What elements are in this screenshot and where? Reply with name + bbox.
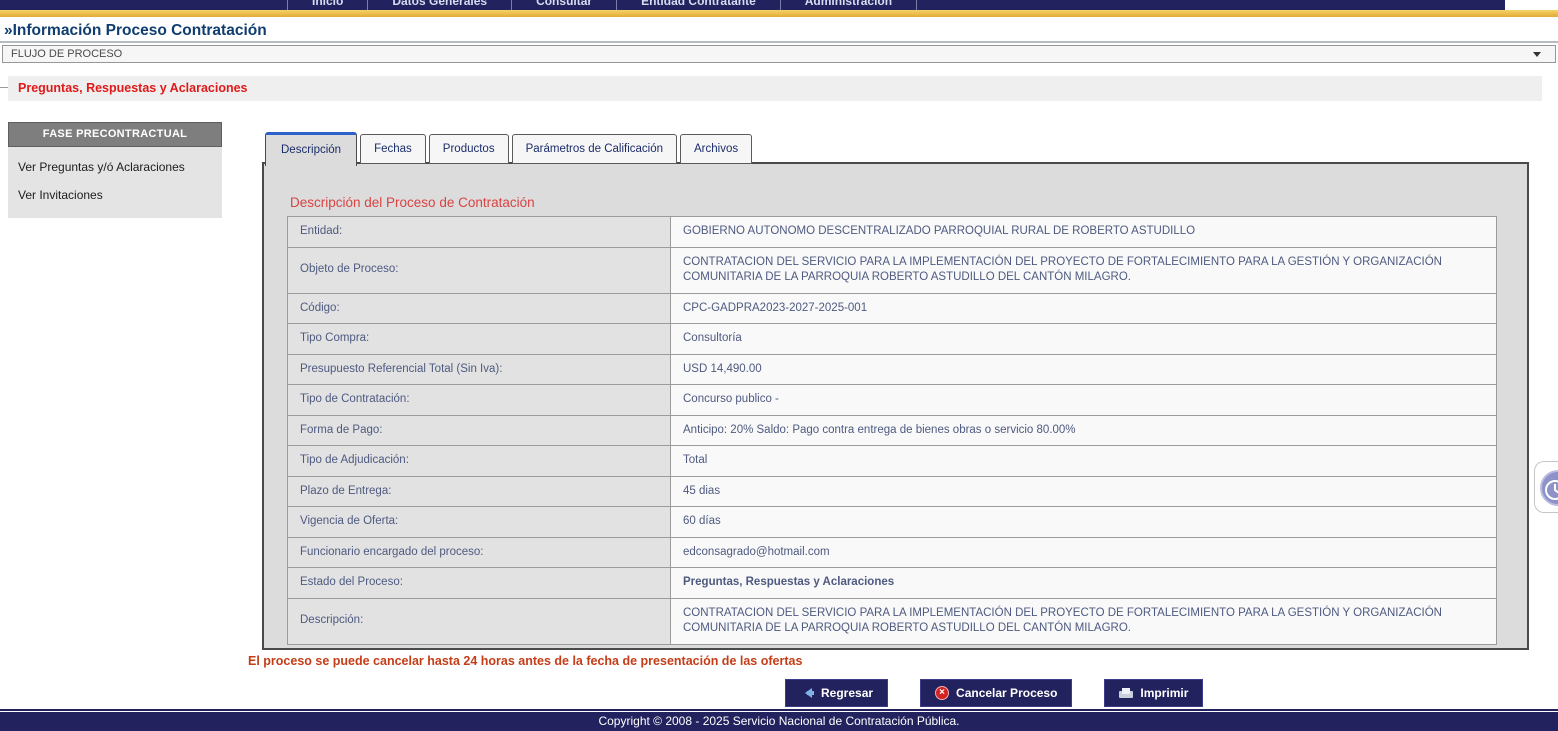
title-divider (0, 41, 1558, 43)
tab-productos[interactable]: Productos (429, 134, 509, 164)
detail-value: CPC-GADPRA2023-2027-2025-001 (671, 293, 1497, 324)
detail-value: 60 días (671, 507, 1497, 538)
detail-label: Presupuesto Referencial Total (Sin Iva): (288, 354, 671, 385)
left-edge-tick (0, 87, 8, 88)
gold-divider-band (0, 10, 1558, 17)
button-label: Regresar (821, 686, 873, 700)
detail-label: Tipo Compra: (288, 324, 671, 355)
detail-row-vigencia-de-oferta: Vigencia de Oferta:60 días (288, 507, 1497, 538)
cancelar-proceso-button[interactable]: × Cancelar Proceso (920, 679, 1072, 707)
imprimir-button[interactable]: Imprimir (1104, 679, 1203, 707)
detail-label: Funcionario encargado del proceso: (288, 537, 671, 568)
detail-row-plazo-de-entrega: Plazo de Entrega:45 dias (288, 476, 1497, 507)
detail-label: Objeto de Proceso: (288, 247, 671, 293)
detail-label: Código: (288, 293, 671, 324)
detail-row-objeto-de-proceso: Objeto de Proceso:CONTRATACION DEL SERVI… (288, 247, 1497, 293)
dropdown-arrow-icon (1533, 52, 1541, 57)
tab-parametros-de-calificacion[interactable]: Parámetros de Calificación (512, 134, 677, 164)
detail-value: USD 14,490.00 (671, 354, 1497, 385)
detail-row-tipo-de-adjudicacion: Tipo de Adjudicación:Total (288, 446, 1497, 477)
nav-item-inicio[interactable]: Inicio (287, 0, 367, 10)
nav-item-entidad-contratante[interactable]: Entidad Contratante (616, 0, 780, 10)
sidebar: FASE PRECONTRACTUAL Ver Preguntas y/ó Ac… (8, 122, 222, 218)
tab-archivos[interactable]: Archivos (680, 134, 752, 164)
description-panel: Descripción del Proceso de Contratación … (262, 162, 1529, 650)
footer-copyright: Copyright © 2008 - 2025 Servicio Naciona… (0, 712, 1558, 731)
floating-process-widget[interactable] (1534, 461, 1558, 513)
detail-value: Consultoría (671, 324, 1497, 355)
clock-icon (1539, 469, 1558, 507)
sidebar-item-ver-invitaciones[interactable]: Ver Invitaciones (8, 180, 222, 208)
detail-label: Estado del Proceso: (288, 568, 671, 599)
process-status-banner: Preguntas, Respuestas y Aclaraciones (8, 76, 1542, 101)
tab-descripcion[interactable]: Descripción (265, 132, 357, 166)
cancel-icon: × (935, 686, 949, 700)
action-button-row: Regresar × Cancelar Proceso Imprimir (785, 679, 1203, 707)
detail-value: Preguntas, Respuestas y Aclaraciones (671, 568, 1497, 599)
detail-label: Descripción: (288, 598, 671, 644)
detail-value: 45 dias (671, 476, 1497, 507)
detail-value: Anticipo: 20% Saldo: Pago contra entrega… (671, 415, 1497, 446)
flujo-de-proceso-select[interactable]: FLUJO DE PROCESO (2, 45, 1556, 63)
detail-value: edconsagrado@hotmail.com (671, 537, 1497, 568)
top-nav-bar: InicioDatos GeneralesConsultarEntidad Co… (0, 0, 1505, 10)
detail-row-codigo: Código:CPC-GADPRA2023-2027-2025-001 (288, 293, 1497, 324)
detail-row-tipo-compra: Tipo Compra:Consultoría (288, 324, 1497, 355)
back-arrow-icon (800, 688, 814, 698)
detail-row-presupuesto-referencial-total-sin-iva: Presupuesto Referencial Total (Sin Iva):… (288, 354, 1497, 385)
top-nav-items: InicioDatos GeneralesConsultarEntidad Co… (287, 0, 1505, 10)
printer-icon (1119, 688, 1133, 699)
detail-label: Forma de Pago: (288, 415, 671, 446)
detail-label: Plazo de Entrega: (288, 476, 671, 507)
nav-item-datos-generales[interactable]: Datos Generales (367, 0, 511, 10)
detail-label: Tipo de Contratación: (288, 385, 671, 416)
sidebar-header: FASE PRECONTRACTUAL (8, 122, 222, 147)
regresar-button[interactable]: Regresar (785, 679, 888, 707)
detail-row-funcionario-encargado-del-proceso: Funcionario encargado del proceso:edcons… (288, 537, 1497, 568)
nav-item-administracion[interactable]: Administración (780, 0, 917, 10)
detail-row-forma-de-pago: Forma de Pago:Anticipo: 20% Saldo: Pago … (288, 415, 1497, 446)
process-detail-table: Entidad:GOBIERNO AUTONOMO DESCENTRALIZAD… (287, 216, 1497, 645)
button-label: Cancelar Proceso (956, 686, 1057, 700)
flujo-de-proceso-value: FLUJO DE PROCESO (11, 48, 122, 60)
detail-label: Entidad: (288, 217, 671, 248)
detail-value: Total (671, 446, 1497, 477)
detail-value: Concurso publico - (671, 385, 1497, 416)
detail-value: GOBIERNO AUTONOMO DESCENTRALIZADO PARROQ… (671, 217, 1497, 248)
tab-strip: DescripciónFechasProductosParámetros de … (265, 128, 752, 164)
sidebar-item-ver-preguntas-y-o-aclaraciones[interactable]: Ver Preguntas y/ó Aclaraciones (8, 152, 222, 180)
footer-divider (0, 709, 1558, 711)
tab-fechas[interactable]: Fechas (360, 134, 426, 164)
detail-row-descripcion: Descripción:CONTRATACION DEL SERVICIO PA… (288, 598, 1497, 644)
cancel-deadline-note: El proceso se puede cancelar hasta 24 ho… (248, 654, 802, 668)
button-label: Imprimir (1140, 686, 1188, 700)
detail-value: CONTRATACION DEL SERVICIO PARA LA IMPLEM… (671, 247, 1497, 293)
nav-item-consultar[interactable]: Consultar (511, 0, 616, 10)
detail-row-entidad: Entidad:GOBIERNO AUTONOMO DESCENTRALIZAD… (288, 217, 1497, 248)
detail-label: Tipo de Adjudicación: (288, 446, 671, 477)
detail-row-tipo-de-contratacion: Tipo de Contratación:Concurso publico - (288, 385, 1497, 416)
detail-value: CONTRATACION DEL SERVICIO PARA LA IMPLEM… (671, 598, 1497, 644)
sidebar-links: Ver Preguntas y/ó AclaracionesVer Invita… (8, 147, 222, 218)
section-heading: Descripción del Proceso de Contratación (290, 195, 535, 210)
page-title: »Información Proceso Contratación (0, 21, 1558, 41)
detail-label: Vigencia de Oferta: (288, 507, 671, 538)
detail-row-estado-del-proceso: Estado del Proceso:Preguntas, Respuestas… (288, 568, 1497, 599)
